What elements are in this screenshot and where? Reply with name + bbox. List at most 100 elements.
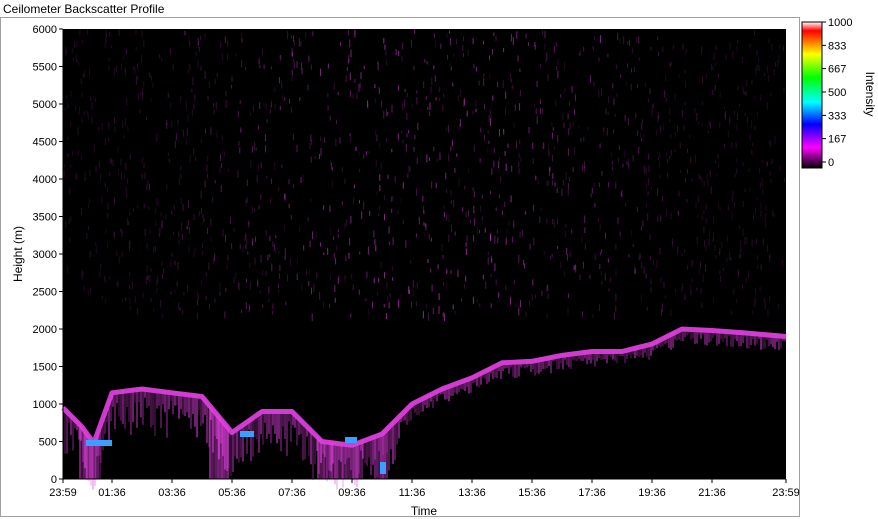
- noise-speckle: [292, 59, 294, 63]
- noise-speckle: [487, 251, 489, 256]
- noise-speckle: [239, 147, 241, 154]
- noise-speckle: [64, 164, 66, 168]
- noise-speckle: [464, 98, 466, 105]
- noise-speckle: [770, 179, 772, 184]
- noise-speckle: [67, 265, 69, 274]
- noise-speckle: [231, 85, 233, 89]
- noise-speckle: [717, 153, 719, 160]
- noise-speckle: [120, 228, 122, 233]
- noise-speckle: [444, 212, 445, 217]
- noise-speckle: [498, 194, 500, 199]
- noise-speckle: [554, 220, 556, 229]
- noise-speckle: [400, 197, 402, 204]
- noise-speckle: [463, 36, 465, 41]
- y-tick-label: 1500: [33, 362, 57, 374]
- noise-speckle: [725, 54, 727, 60]
- noise-speckle: [350, 135, 352, 144]
- noise-speckle: [87, 290, 89, 295]
- noise-speckle: [173, 205, 175, 211]
- noise-speckle: [311, 313, 313, 321]
- noise-speckle: [733, 202, 735, 207]
- noise-speckle: [454, 231, 456, 236]
- noise-speckle: [727, 235, 729, 242]
- noise-speckle: [160, 211, 162, 217]
- noise-speckle: [659, 153, 661, 158]
- noise-speckle: [660, 125, 662, 133]
- noise-speckle: [649, 234, 651, 241]
- noise-speckle: [746, 116, 748, 123]
- noise-speckle: [415, 301, 417, 307]
- noise-speckle: [500, 176, 502, 183]
- noise-speckle: [583, 46, 585, 52]
- noise-speckle: [485, 281, 487, 289]
- noise-speckle: [669, 119, 671, 123]
- noise-speckle: [87, 226, 89, 231]
- noise-speckle: [666, 152, 667, 157]
- noise-speckle: [423, 206, 424, 213]
- noise-speckle: [385, 50, 387, 56]
- noise-speckle: [451, 140, 453, 146]
- noise-speckle: [487, 257, 489, 265]
- noise-speckle: [75, 105, 77, 111]
- noise-speckle: [84, 177, 86, 182]
- noise-speckle: [431, 284, 433, 292]
- noise-speckle: [763, 297, 765, 303]
- backscatter-chart: 23:59 01:36 03:36 05:36 07:36 09:36 11:36 13:36…: [11, 17, 877, 518]
- noise-speckle: [450, 66, 452, 71]
- noise-speckle: [299, 97, 301, 101]
- noise-speckle: [368, 150, 370, 154]
- noise-speckle: [268, 286, 270, 294]
- noise-speckle: [408, 289, 410, 294]
- noise-speckle: [479, 303, 481, 308]
- noise-speckle: [372, 301, 374, 309]
- noise-speckle: [136, 308, 138, 315]
- noise-speckle: [719, 91, 721, 98]
- noise-speckle: [223, 151, 225, 157]
- noise-speckle: [208, 262, 210, 271]
- noise-speckle: [704, 240, 706, 248]
- noise-speckle: [449, 30, 450, 34]
- noise-speckle: [327, 105, 329, 111]
- noise-speckle: [715, 45, 717, 51]
- noise-speckle: [208, 81, 210, 89]
- noise-speckle: [662, 302, 663, 307]
- noise-speckle: [731, 196, 733, 203]
- noise-speckle: [518, 305, 520, 311]
- noise-speckle: [628, 163, 630, 170]
- noise-speckle: [514, 104, 516, 111]
- noise-speckle: [155, 245, 156, 252]
- noise-speckle: [438, 87, 440, 92]
- noise-speckle: [584, 227, 586, 233]
- noise-speckle: [547, 293, 549, 300]
- y-tick-label: 4000: [33, 174, 57, 186]
- noise-speckle: [534, 294, 536, 299]
- noise-speckle: [378, 277, 380, 283]
- noise-speckle: [445, 172, 447, 180]
- noise-speckle: [732, 51, 734, 59]
- noise-speckle: [186, 128, 188, 137]
- noise-speckle: [104, 42, 106, 48]
- noise-speckle: [116, 251, 118, 257]
- x-tick-label: 23:59: [49, 487, 77, 499]
- noise-speckle: [766, 65, 768, 73]
- noise-speckle: [353, 197, 355, 205]
- noise-speckle: [406, 133, 408, 138]
- noise-speckle: [707, 129, 709, 134]
- noise-speckle: [447, 124, 449, 133]
- noise-speckle: [495, 279, 497, 285]
- noise-speckle: [193, 104, 195, 110]
- noise-speckle: [423, 81, 425, 89]
- noise-speckle: [562, 180, 564, 186]
- noise-speckle: [141, 30, 143, 38]
- noise-speckle: [448, 154, 450, 162]
- noise-speckle: [701, 122, 703, 126]
- noise-speckle: [482, 274, 484, 280]
- noise-speckle: [150, 97, 152, 102]
- noise-speckle: [512, 36, 514, 45]
- noise-speckle: [207, 96, 209, 101]
- noise-speckle: [80, 155, 82, 161]
- noise-speckle: [260, 194, 262, 200]
- noise-speckle: [446, 33, 448, 38]
- noise-speckle: [147, 180, 149, 185]
- noise-speckle: [108, 57, 110, 62]
